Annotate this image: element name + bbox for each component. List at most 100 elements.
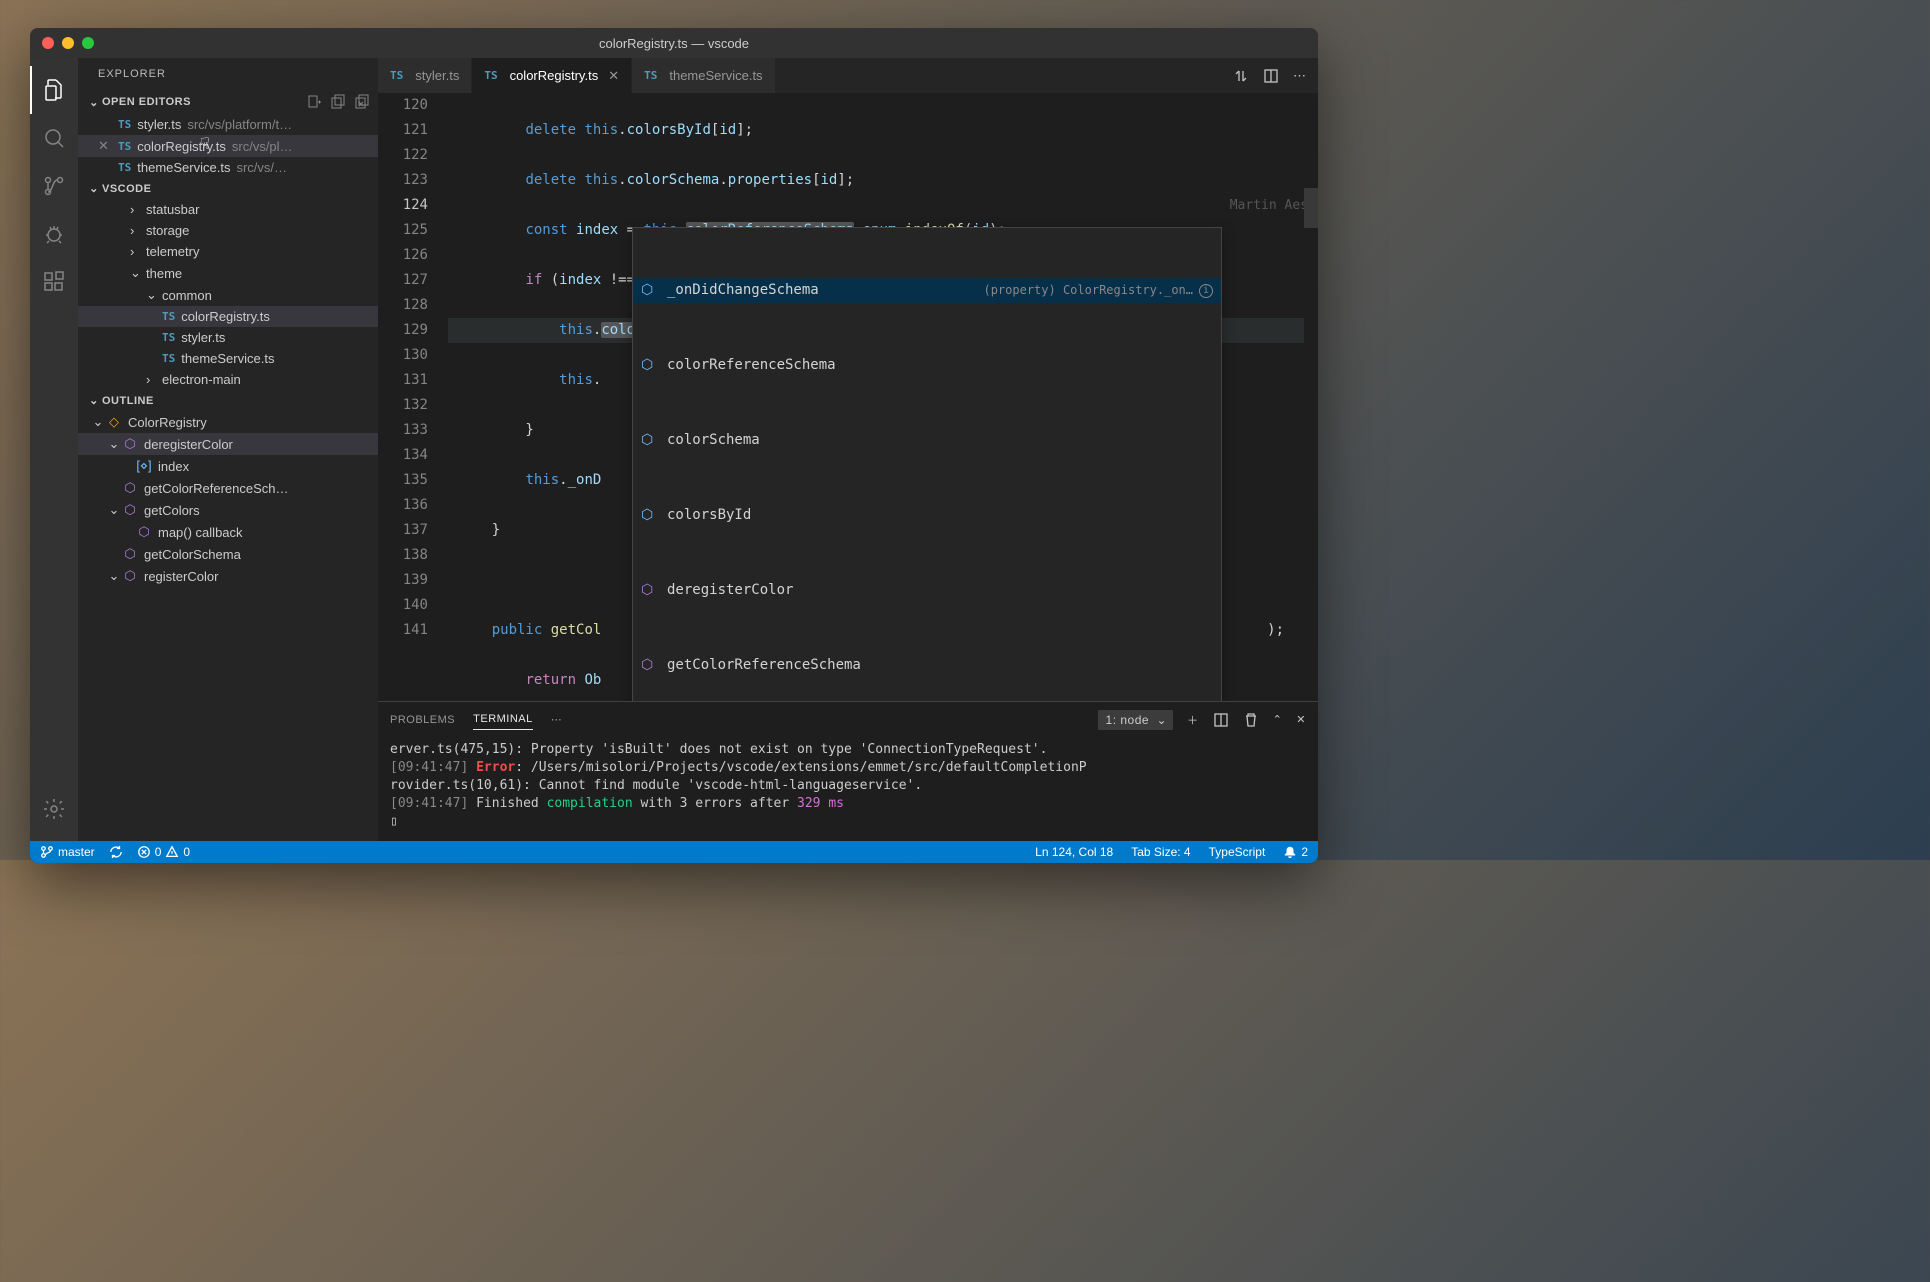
folder-statusbar[interactable]: ›statusbar <box>78 199 378 220</box>
extensions-icon[interactable] <box>30 258 78 306</box>
method-icon: ⬡ <box>136 524 152 540</box>
minimap-slider[interactable] <box>1304 188 1318 228</box>
vscode-window: colorRegistry.ts — vscode <box>30 28 1318 863</box>
editor-body[interactable]: 120121122123124 125126127128129 13013113… <box>378 93 1318 701</box>
outline-method-registercolor[interactable]: ⌄⬡registerColor <box>78 565 378 587</box>
settings-gear-icon[interactable] <box>30 785 78 833</box>
cursor-icon: ☟ <box>200 134 210 154</box>
main-area: EXPLORER ⌄ OPEN EDITORS ☟ TS styler.ts s… <box>30 58 1318 841</box>
chevron-down-icon: ⌄ <box>130 265 142 281</box>
folder-telemetry[interactable]: ›telemetry <box>78 241 378 262</box>
outline-method-mapcallback[interactable]: ⬡map() callback <box>78 521 378 543</box>
source-control-icon[interactable] <box>30 162 78 210</box>
language-mode-status[interactable]: TypeScript <box>1209 845 1266 859</box>
line-number-gutter: 120121122123124 125126127128129 13013113… <box>378 93 448 701</box>
file-styler[interactable]: TSstyler.ts <box>78 327 378 348</box>
traffic-lights <box>42 37 94 49</box>
suggest-item[interactable]: ⬡colorSchema <box>633 428 1221 453</box>
variable-icon: [⋄] <box>136 458 152 474</box>
close-icon[interactable]: ✕ <box>98 138 118 154</box>
compare-changes-icon[interactable] <box>1233 68 1249 84</box>
more-panels-icon[interactable]: ⋯ <box>551 713 563 726</box>
git-branch-icon <box>40 845 54 859</box>
dropdown-icon: ⌄ <box>1157 713 1168 727</box>
problems-status[interactable]: 0 0 <box>137 845 190 859</box>
chevron-down-icon: ⌄ <box>90 414 106 430</box>
workspace-header[interactable]: ⌄ VSCODE <box>78 178 378 199</box>
outline-method-getcolors[interactable]: ⌄⬡getColors <box>78 499 378 521</box>
outline-method-getcolorschema[interactable]: ⬡getColorSchema <box>78 543 378 565</box>
minimize-window-button[interactable] <box>62 37 74 49</box>
close-window-button[interactable] <box>42 37 54 49</box>
split-editor-icon[interactable] <box>1263 68 1279 84</box>
open-editor-themeservice[interactable]: TS themeService.ts src/vs/… <box>78 157 378 178</box>
more-actions-icon[interactable]: ⋯ <box>1293 68 1306 84</box>
suggest-widget[interactable]: ⬡ _onDidChangeSchema (property) ColorReg… <box>632 227 1222 701</box>
sync-status[interactable] <box>109 845 123 859</box>
tab-styler[interactable]: TS styler.ts <box>378 58 472 93</box>
suggest-item[interactable]: ⬡colorsById <box>633 503 1221 528</box>
file-themeservice[interactable]: TSthemeService.ts <box>78 348 378 369</box>
suggest-item[interactable]: ⬡colorReferenceSchema <box>633 353 1221 378</box>
outline-method-getcolorreferencesch[interactable]: ⬡getColorReferenceSch… <box>78 477 378 499</box>
panel-tab-terminal[interactable]: TERMINAL <box>473 709 533 730</box>
chevron-down-icon: ⌄ <box>86 394 102 407</box>
folder-storage[interactable]: ›storage <box>78 220 378 241</box>
tab-size-status[interactable]: Tab Size: 4 <box>1131 845 1190 859</box>
git-branch-status[interactable]: master <box>40 845 95 859</box>
folder-common[interactable]: ⌄common <box>78 284 378 306</box>
titlebar[interactable]: colorRegistry.ts — vscode <box>30 28 1318 58</box>
close-all-icon[interactable] <box>354 94 370 110</box>
file-name: themeService.ts <box>137 160 230 175</box>
chevron-down-icon: ⌄ <box>106 568 122 584</box>
chevron-down-icon: ⌄ <box>86 96 102 109</box>
file-path: src/vs/platform/t… <box>187 117 292 132</box>
open-editors-header[interactable]: ⌄ OPEN EDITORS <box>78 90 378 114</box>
outline-header[interactable]: ⌄ OUTLINE <box>78 390 378 411</box>
chevron-down-icon: ⌄ <box>146 287 158 303</box>
maximize-window-button[interactable] <box>82 37 94 49</box>
save-all-icon[interactable] <box>330 94 346 110</box>
minimap[interactable] <box>1304 93 1318 701</box>
open-editor-styler[interactable]: TS styler.ts src/vs/platform/t… <box>78 114 378 135</box>
split-terminal-icon[interactable] <box>1213 712 1229 728</box>
cursor-position-status[interactable]: Ln 124, Col 18 <box>1035 845 1113 859</box>
suggest-item[interactable]: ⬡getColorReferenceSchema <box>633 653 1221 678</box>
chevron-down-icon: ⌄ <box>106 502 122 518</box>
close-panel-icon[interactable]: ✕ <box>1296 713 1306 726</box>
panel: PROBLEMS TERMINAL ⋯ 1: node ⌄ ＋ ⌃ ✕ erve… <box>378 701 1318 841</box>
sidebar-title: EXPLORER <box>78 58 378 90</box>
chevron-right-icon: › <box>146 372 158 387</box>
folder-theme[interactable]: ⌄theme <box>78 262 378 284</box>
outline-var-index[interactable]: [⋄]index <box>78 455 378 477</box>
close-tab-icon[interactable]: ✕ <box>608 68 619 84</box>
new-file-icon[interactable] <box>306 94 322 110</box>
file-colorregistry[interactable]: TScolorRegistry.ts <box>78 306 378 327</box>
outline-class-colorregistry[interactable]: ⌄◇ColorRegistry <box>78 411 378 433</box>
terminal-output[interactable]: erver.ts(475,15): Property 'isBuilt' doe… <box>378 737 1318 841</box>
chevron-down-icon: ⌄ <box>86 182 102 195</box>
typescript-file-icon: TS <box>118 118 131 131</box>
bell-icon <box>1283 845 1297 859</box>
suggest-item-ondidchangeschema[interactable]: ⬡ _onDidChangeSchema (property) ColorReg… <box>633 278 1221 303</box>
notifications-status[interactable]: 2 <box>1283 845 1308 859</box>
debug-icon[interactable] <box>30 210 78 258</box>
code-content[interactable]: delete this.colorsById[id]; delete this.… <box>448 93 1318 701</box>
outline-method-deregistercolor[interactable]: ⌄⬡deregisterColor <box>78 433 378 455</box>
tab-themeservice[interactable]: TS themeService.ts <box>632 58 775 93</box>
suggest-item[interactable]: ⬡deregisterColor <box>633 578 1221 603</box>
kill-terminal-icon[interactable] <box>1243 712 1259 728</box>
terminal-selector[interactable]: 1: node ⌄ <box>1098 710 1174 730</box>
maximize-panel-icon[interactable]: ⌃ <box>1273 713 1283 726</box>
tab-colorregistry[interactable]: TS colorRegistry.ts ✕ <box>472 58 632 93</box>
info-icon[interactable]: i <box>1199 284 1213 298</box>
editor-group: TS styler.ts TS colorRegistry.ts ✕ TS th… <box>378 58 1318 841</box>
panel-tab-problems[interactable]: PROBLEMS <box>390 710 455 730</box>
new-terminal-icon[interactable]: ＋ <box>1187 712 1199 728</box>
file-name: colorRegistry.ts <box>137 139 226 154</box>
folder-electron-main[interactable]: ›electron-main <box>78 369 378 390</box>
editor-actions: ⋯ <box>1221 58 1318 93</box>
explorer-icon[interactable] <box>30 66 78 114</box>
search-icon[interactable] <box>30 114 78 162</box>
open-editor-colorregistry[interactable]: ✕ TS colorRegistry.ts src/vs/pl… <box>78 135 378 157</box>
